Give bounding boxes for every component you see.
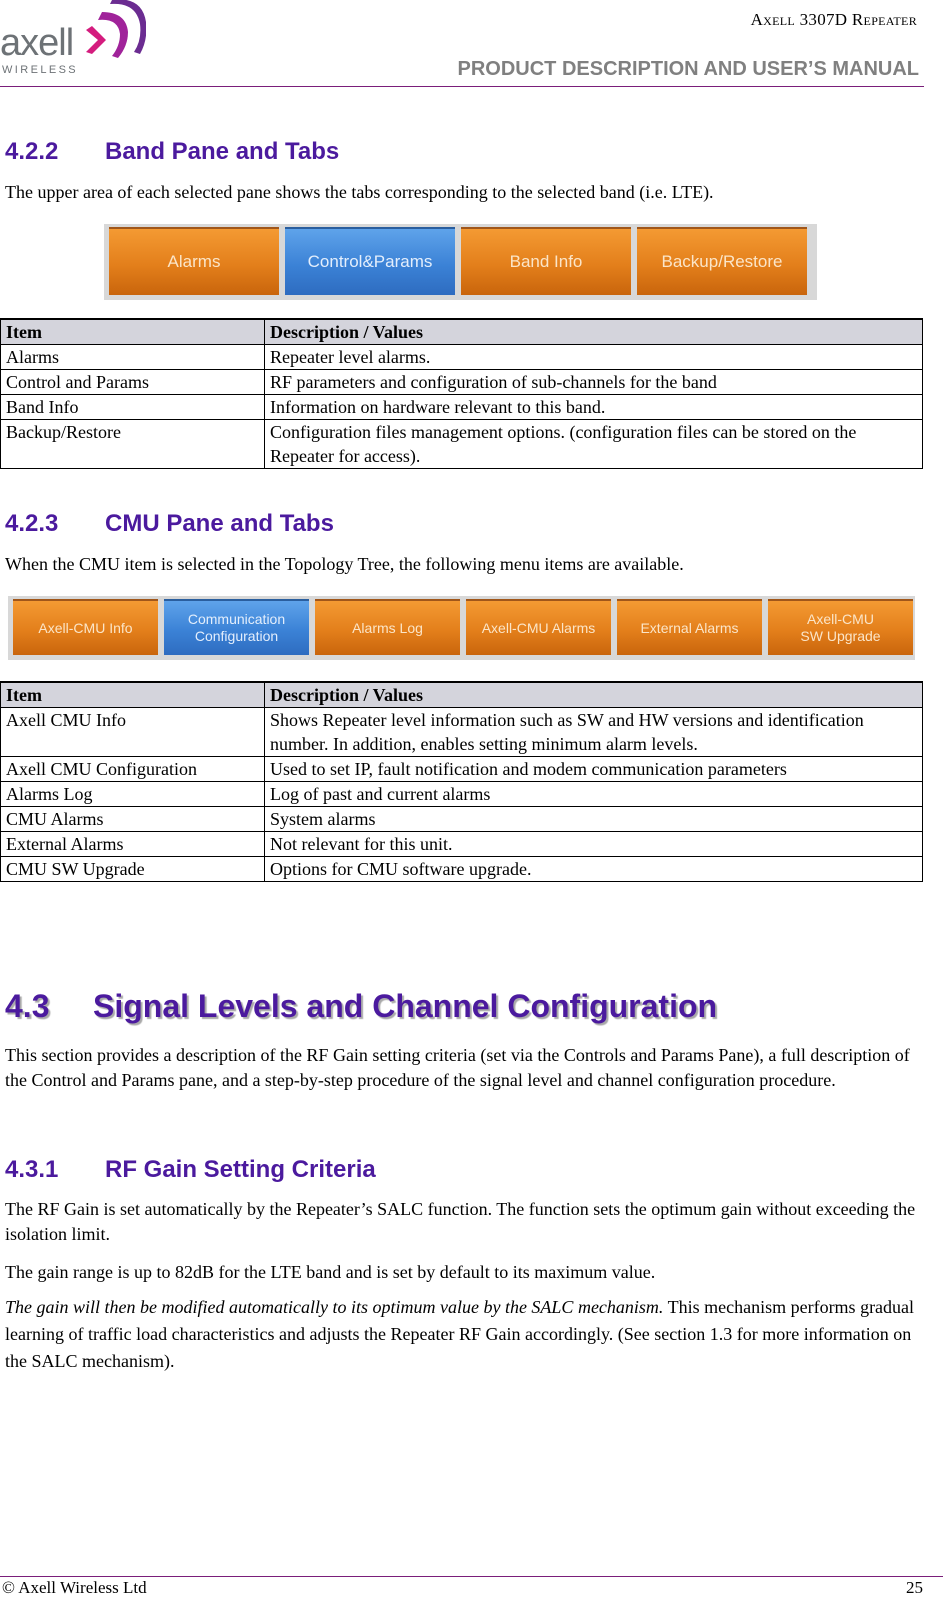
heading-title: RF Gain Setting Criteria	[105, 1156, 376, 1183]
logo-subtext: WIRELESS	[2, 64, 79, 76]
tab-external-alarms: External Alarms	[617, 599, 762, 655]
table-row: CMU SW Upgrade Options for CMU software …	[0, 856, 923, 882]
tab-label: Control&Params	[307, 252, 433, 271]
heading-title: Signal Levels and Channel Configuration	[93, 988, 718, 1024]
heading-number: 4.3.1	[5, 1156, 59, 1183]
heading-4-2-2: 4.2.2 Band Pane and Tabs	[5, 138, 339, 166]
table-row: Backup/Restore Configuration files manag…	[0, 419, 923, 469]
item-cell: Axell CMU Info	[0, 707, 265, 757]
heading-number: 4.2.2	[5, 138, 59, 165]
footer-divider	[0, 1576, 943, 1577]
logo-swoosh-icon	[86, 0, 146, 58]
heading-4-3-1: 4.3.1 RF Gain Setting Criteria	[5, 1156, 376, 1184]
description-cell: Options for CMU software upgrade.	[264, 856, 923, 882]
table-header-row: Item Description / Values	[0, 318, 923, 345]
item-cell: External Alarms	[0, 831, 265, 857]
tab-control-params: Control&Params	[285, 227, 455, 295]
tab-label-line1: Axell-CMU	[807, 611, 874, 627]
item-cell: CMU SW Upgrade	[0, 856, 265, 882]
header-divider	[0, 86, 924, 87]
tab-label: Alarms Log	[352, 619, 423, 636]
description-cell: Configuration files management options. …	[264, 419, 923, 469]
table-row: CMU Alarms System alarms	[0, 806, 923, 832]
item-cell: Alarms	[0, 344, 265, 370]
description-cell: Used to set IP, fault notification and m…	[264, 756, 923, 782]
description-cell: Repeater level alarms.	[264, 344, 923, 370]
italic-emphasis: The gain will then be modified automatic…	[5, 1297, 664, 1317]
item-cell: Alarms Log	[0, 781, 265, 807]
column-header-description: Description / Values	[264, 318, 923, 345]
table-row: Axell CMU Configuration Used to set IP, …	[0, 756, 923, 782]
band-tabs-image: Alarms Control&Params Band Info Backup/R…	[104, 224, 817, 300]
tab-label-line1: Communication	[187, 611, 286, 627]
section-4-2-3-intro: When the CMU item is selected in the Top…	[5, 554, 684, 574]
footer-page-number: 25	[906, 1578, 923, 1597]
section-4-3-intro: This section provides a description of t…	[5, 1045, 910, 1090]
header-product-title: Axell 3307D Repeater	[750, 10, 917, 29]
tab-label: External Alarms	[640, 619, 739, 636]
column-header-item: Item	[0, 318, 265, 345]
description-cell: System alarms	[264, 806, 923, 832]
tab-label: Backup/Restore	[661, 252, 783, 271]
table-row: Alarms Log Log of past and current alarm…	[0, 781, 923, 807]
tab-axell-cmu-alarms: Axell-CMU Alarms	[466, 599, 611, 655]
heading-4-3: 4.3 Signal Levels and Channel Configurati…	[5, 988, 717, 1024]
heading-4-2-3: 4.2.3 CMU Pane and Tabs	[5, 510, 334, 538]
axell-logo: axell WIRELESS	[0, 0, 150, 80]
band-tabs-table: Item Description / Values Alarms Repeate…	[0, 318, 923, 469]
tab-alarms-log: Alarms Log	[315, 599, 460, 655]
heading-title: CMU Pane and Tabs	[105, 510, 334, 537]
logo-wordmark: axell	[0, 22, 74, 64]
table-row: Alarms Repeater level alarms.	[0, 344, 923, 370]
description-cell: Not relevant for this unit.	[264, 831, 923, 857]
item-cell: Control and Params	[0, 369, 265, 395]
description-cell: Log of past and current alarms	[264, 781, 923, 807]
description-cell: RF parameters and configuration of sub-c…	[264, 369, 923, 395]
description-cell: Shows Repeater level information such as…	[264, 707, 923, 757]
tab-backup-restore: Backup/Restore	[637, 227, 807, 295]
item-cell: Axell CMU Configuration	[0, 756, 265, 782]
section-4-3-1-para-2: The gain range is up to 82dB for the LTE…	[5, 1262, 656, 1282]
tab-alarms: Alarms	[109, 227, 279, 295]
heading-number: 4.2.3	[5, 510, 59, 537]
tab-label-line2: SW Upgrade	[800, 628, 881, 644]
tab-label: Axell-CMU Info	[38, 619, 133, 636]
tab-label: Alarms	[167, 252, 221, 271]
heading-title: Band Pane and Tabs	[105, 138, 340, 165]
tab-axell-cmu-sw-upgrade: Axell-CMU SW Upgrade	[768, 599, 913, 655]
table-header-row: Item Description / Values	[0, 681, 923, 708]
table-row: External Alarms Not relevant for this un…	[0, 831, 923, 857]
cmu-tabs-table: Item Description / Values Axell CMU Info…	[0, 681, 923, 882]
heading-number: 4.3	[5, 988, 50, 1024]
item-cell: Backup/Restore	[0, 419, 265, 469]
column-header-item: Item	[0, 681, 265, 708]
section-4-3-1-para-1: The RF Gain is set automatically by the …	[5, 1199, 916, 1244]
cmu-tabs-image: Axell-CMU Info Communication Configuratio…	[8, 596, 915, 660]
tab-label: Axell-CMU Alarms	[481, 619, 596, 636]
footer-copyright: © Axell Wireless Ltd	[2, 1578, 147, 1597]
tab-axell-cmu-info: Axell-CMU Info	[13, 599, 158, 655]
item-cell: CMU Alarms	[0, 806, 265, 832]
tab-label: Band Info	[509, 252, 583, 271]
table-row: Band Info Information on hardware releva…	[0, 394, 923, 420]
description-cell: Information on hardware relevant to this…	[264, 394, 923, 420]
tab-label-line2: Configuration	[194, 628, 279, 644]
section-4-2-2-intro: The upper area of each selected pane sho…	[5, 182, 714, 202]
table-row: Control and Params RF parameters and con…	[0, 369, 923, 395]
tab-band-info: Band Info	[461, 227, 631, 295]
table-row: Axell CMU Info Shows Repeater level info…	[0, 707, 923, 757]
column-header-description: Description / Values	[264, 681, 923, 708]
item-cell: Band Info	[0, 394, 265, 420]
tab-communication-configuration: Communication Configuration	[164, 599, 309, 655]
section-4-3-1-para-3: The gain will then be modified automatic…	[5, 1294, 923, 1375]
header-manual-title: PRODUCT DESCRIPTION AND USER’S MANUAL	[457, 58, 920, 80]
